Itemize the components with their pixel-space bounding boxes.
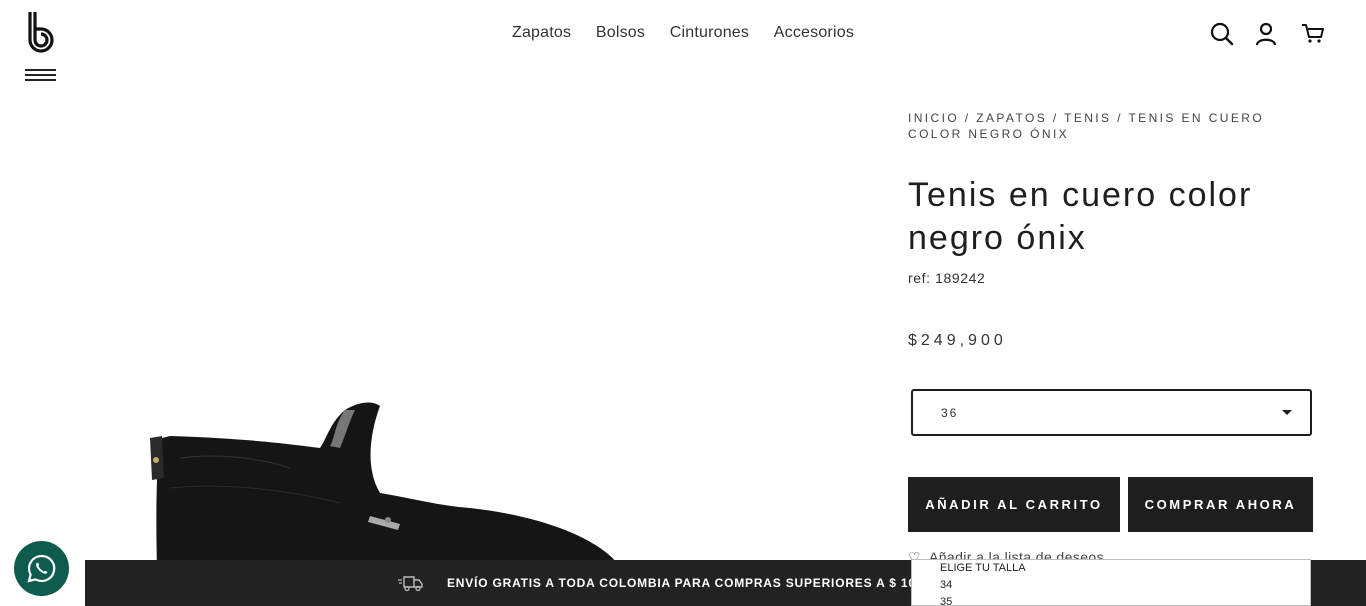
nav-accesorios[interactable]: Accesorios: [774, 24, 854, 41]
size-option[interactable]: 34: [912, 577, 1310, 594]
nav-bolsos[interactable]: Bolsos: [596, 24, 645, 41]
size-option[interactable]: 35: [912, 594, 1310, 605]
size-dropdown-list[interactable]: ELIGE TU TALLA 34 35: [911, 559, 1311, 606]
whatsapp-icon: [27, 554, 56, 583]
size-select-value: 36: [941, 406, 959, 420]
product-price: $249,900: [908, 332, 1007, 349]
menu-hamburger-icon[interactable]: [25, 69, 56, 83]
chevron-down-icon: [1282, 410, 1292, 415]
add-to-cart-button[interactable]: AÑADIR AL CARRITO: [908, 477, 1120, 532]
breadcrumb-tenis[interactable]: TENIS: [1064, 111, 1111, 125]
main-nav: Zapatos Bolsos Cinturones Accesorios: [0, 24, 1366, 42]
nav-zapatos[interactable]: Zapatos: [512, 24, 571, 41]
breadcrumb-separator: /: [1111, 111, 1129, 125]
size-option[interactable]: ELIGE TU TALLA: [912, 560, 1310, 577]
breadcrumb-separator: /: [1047, 111, 1065, 125]
product-ref: ref: 189242: [908, 270, 986, 286]
breadcrumb: INICIO / ZAPATOS / TENIS / TENIS EN CUER…: [908, 110, 1288, 142]
buy-now-button[interactable]: COMPRAR AHORA: [1128, 477, 1313, 532]
whatsapp-button[interactable]: [14, 541, 69, 596]
product-title: Tenis en cuero color negro ónix: [908, 176, 1253, 257]
nav-cinturones[interactable]: Cinturones: [670, 24, 749, 41]
cart-icon[interactable]: [1300, 21, 1326, 47]
size-select[interactable]: 36: [911, 389, 1312, 436]
breadcrumb-zapatos[interactable]: ZAPATOS: [976, 111, 1047, 125]
product-image[interactable]: [140, 398, 620, 568]
search-icon[interactable]: [1209, 21, 1235, 47]
account-icon[interactable]: [1253, 21, 1279, 47]
shipping-text: ENVÍO GRATIS A TODA COLOMBIA PARA COMPRA…: [447, 576, 950, 590]
delivery-truck-icon: [398, 576, 423, 592]
breadcrumb-inicio[interactable]: INICIO: [908, 111, 959, 125]
breadcrumb-separator: /: [959, 111, 977, 125]
